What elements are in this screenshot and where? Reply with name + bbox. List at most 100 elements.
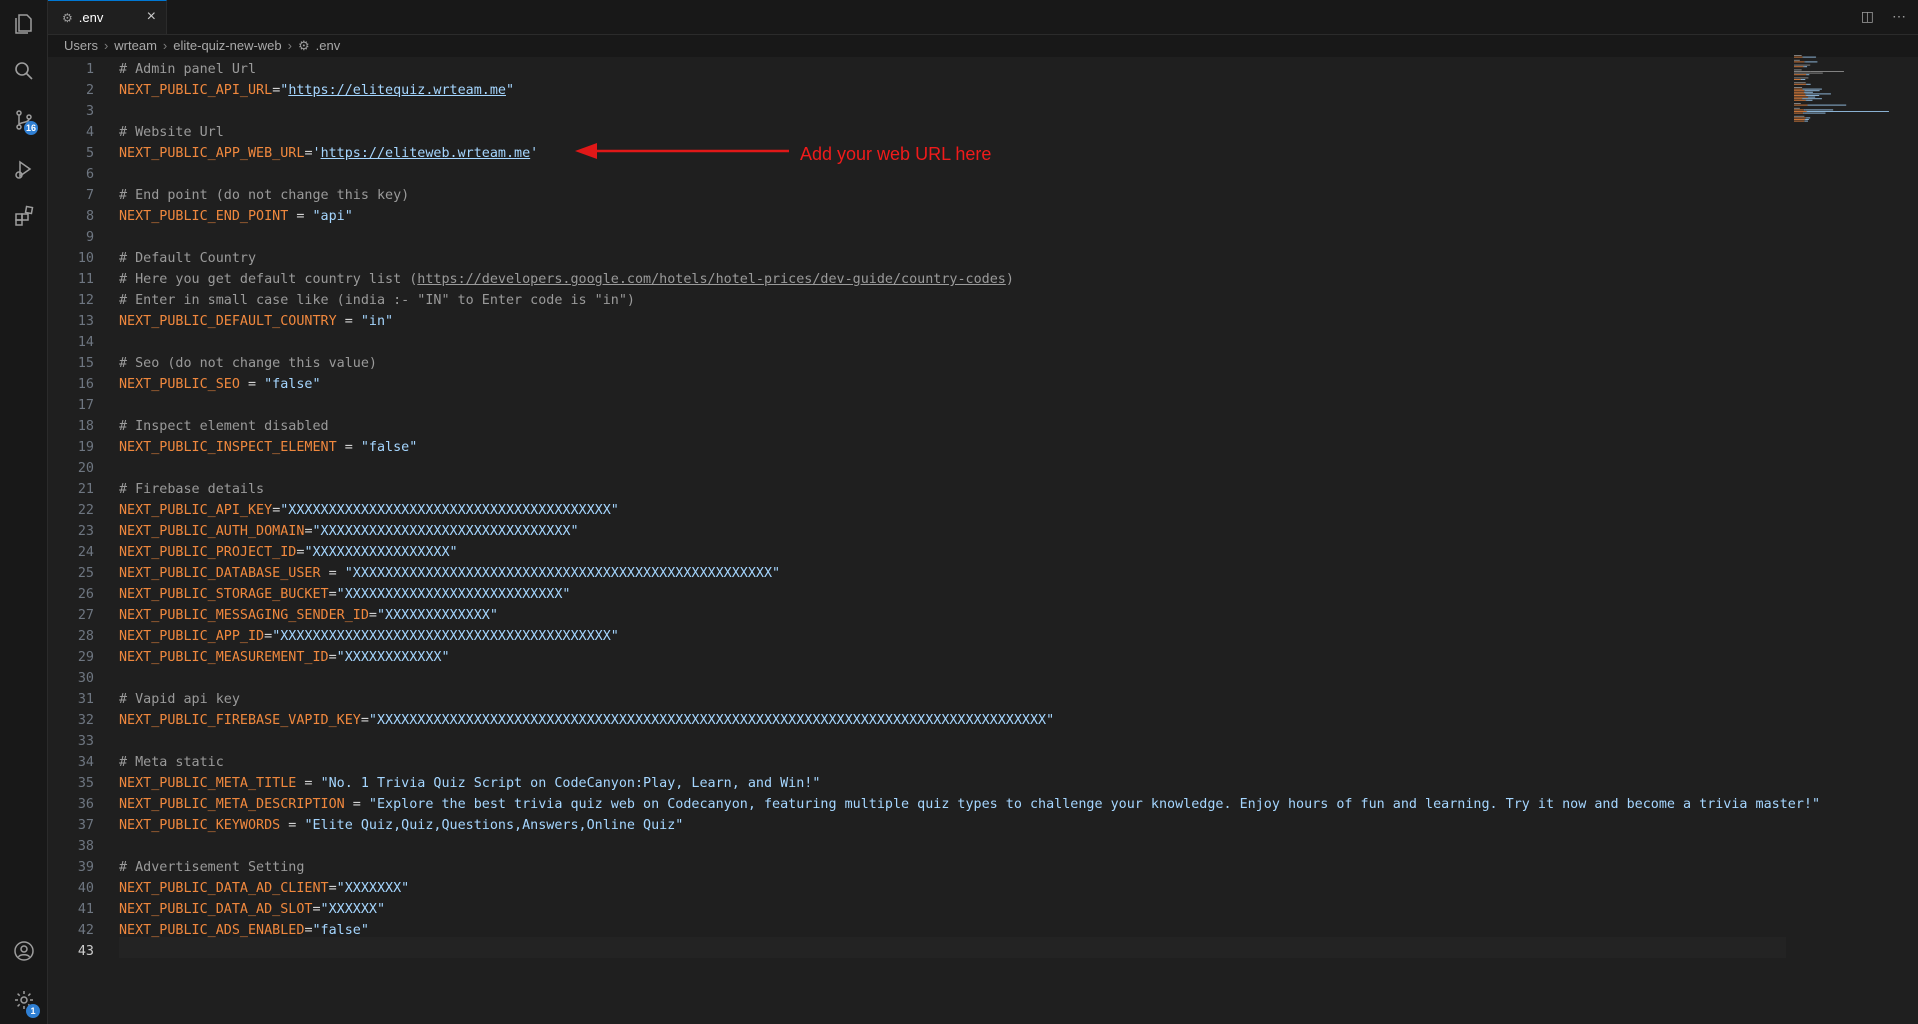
code-token: ': [312, 146, 321, 161]
line-number: 27: [77, 608, 94, 623]
line-content: # Admin panel Url: [119, 59, 256, 80]
code-token: # Meta static: [119, 755, 224, 770]
minimap[interactable]: [1794, 55, 1904, 145]
minimap-token: [1807, 83, 1811, 85]
minimap-token: [1806, 74, 1808, 76]
code-token: "XXXXXX": [320, 902, 386, 917]
run-debug-icon[interactable]: [0, 145, 47, 192]
minimap-token: [1810, 71, 1844, 72]
code-token: NEXT_PUBLIC_INSPECT_ELEMENT: [119, 440, 337, 455]
line-content: NEXT_PUBLIC_API_KEY="XXXXXXXXXXXXXXXXXXX…: [119, 500, 619, 521]
line-number: 43: [77, 944, 94, 959]
close-icon[interactable]: ×: [147, 8, 156, 26]
breadcrumb-item[interactable]: elite-quiz-new-web: [173, 35, 281, 57]
search-icon[interactable]: [0, 47, 47, 94]
line-number: 25: [77, 566, 94, 581]
gear-icon: ⚙: [298, 38, 310, 53]
line-number: 24: [77, 545, 94, 560]
line-number: 21: [77, 482, 94, 497]
line-number: 12: [77, 293, 94, 308]
code-token: "false": [360, 440, 418, 455]
minimap-token: [1803, 66, 1805, 68]
tab-env-file[interactable]: ⚙ .env ×: [48, 0, 167, 34]
code-token[interactable]: https://developers.google.com/hotels/hot…: [417, 272, 1006, 287]
code-token: "XXXXXXXXXXXXXXXXXXXXXXXXXXXXXXXXXXXXXXX…: [368, 713, 1055, 728]
line-number: 26: [77, 587, 94, 602]
minimap-token: [1794, 120, 1805, 122]
line-number: 36: [77, 797, 94, 812]
line-number: 23: [77, 524, 94, 539]
source-control-icon[interactable]: 16: [0, 96, 47, 143]
split-editor-icon[interactable]: ◫: [1861, 8, 1874, 25]
line-content: NEXT_PUBLIC_META_DESCRIPTION = "Explore …: [119, 794, 1820, 815]
line-number: 11: [77, 272, 94, 287]
minimap-token: [1805, 61, 1817, 63]
minimap-token: [1802, 98, 1822, 100]
code-token: =: [328, 650, 337, 665]
line-number: 39: [77, 860, 94, 875]
minimap-token: [1808, 96, 1816, 98]
settings-gear-icon[interactable]: 1: [0, 976, 47, 1023]
line-number: 4: [85, 125, 94, 140]
explorer-icon[interactable]: [0, 0, 47, 47]
breadcrumb-item[interactable]: .env: [316, 35, 341, 57]
minimap-token: [1794, 112, 1803, 114]
line-content: NEXT_PUBLIC_DATA_AD_SLOT="XXXXXX": [119, 899, 385, 920]
more-actions-icon[interactable]: ⋯: [1892, 8, 1906, 25]
code-token: # Firebase details: [119, 482, 265, 497]
code-token: # Website Url: [119, 125, 224, 140]
code-token: # Here you get default country list (: [119, 272, 418, 287]
line-number: 31: [77, 692, 94, 707]
minimap-token: [1794, 71, 1811, 72]
code-token: NEXT_PUBLIC_META_TITLE: [119, 776, 297, 791]
minimap-token: [1794, 98, 1803, 100]
line-number: 40: [77, 881, 94, 896]
code-token[interactable]: https://elitequiz.wrteam.me: [288, 83, 506, 98]
chevron-right-icon: ›: [287, 38, 292, 53]
code-token: =: [296, 776, 321, 791]
line-content: NEXT_PUBLIC_KEYWORDS = "Elite Quiz,Quiz,…: [119, 815, 683, 836]
code-token: "XXXXXXXXXXXXX": [376, 608, 498, 623]
code-token: NEXT_PUBLIC_META_DESCRIPTION: [119, 797, 345, 812]
minimap-token: [1803, 56, 1816, 58]
line-number: 41: [77, 902, 94, 917]
minimap-token: [1794, 109, 1804, 111]
line-content: NEXT_PUBLIC_APP_ID="XXXXXXXXXXXXXXXXXXXX…: [119, 626, 619, 647]
minimap-token: [1804, 90, 1820, 92]
line-content: # Default Country: [119, 248, 256, 269]
minimap-token: [1800, 79, 1803, 80]
line-content: NEXT_PUBLIC_MEASUREMENT_ID="XXXXXXXXXXXX…: [119, 647, 450, 668]
minimap-token: [1806, 111, 1808, 112]
code-token: NEXT_PUBLIC_APP_ID: [119, 629, 265, 644]
line-number: 17: [77, 398, 94, 413]
code-token: =: [280, 818, 305, 833]
code-token: ': [530, 146, 539, 161]
line-number: 7: [85, 188, 94, 203]
extensions-icon[interactable]: [0, 192, 47, 239]
code-token: # Advertisement Setting: [119, 860, 305, 875]
breadcrumb-item[interactable]: wrteam: [114, 35, 157, 57]
breadcrumb-item[interactable]: Users: [64, 35, 98, 57]
minimap-token: [1794, 96, 1808, 98]
breadcrumb: Users › wrteam › elite-quiz-new-web › ⚙ …: [64, 35, 340, 57]
minimap-token: [1794, 95, 1806, 96]
code-token[interactable]: https://eliteweb.wrteam.me: [321, 146, 531, 161]
minimap-token: [1794, 87, 1803, 88]
code-token: NEXT_PUBLIC_FIREBASE_VAPID_KEY: [119, 713, 361, 728]
code-token: # Default Country: [119, 251, 257, 266]
code-editor[interactable]: 1 # Admin panel Url 2 NEXT_PUBLIC_API_URL="…: [48, 57, 1918, 1024]
line-number: 3: [85, 104, 94, 119]
activity-bar: 16 1: [0, 0, 48, 1024]
line-content: NEXT_PUBLIC_META_TITLE = "No. 1 Trivia Q…: [119, 773, 820, 794]
account-icon[interactable]: [0, 927, 47, 974]
minimap-token: [1794, 107, 1800, 109]
minimap-token: [1805, 109, 1834, 111]
code-token: NEXT_PUBLIC_API_URL: [119, 83, 273, 98]
line-number: 34: [77, 755, 94, 770]
line-content: NEXT_PUBLIC_API_URL="https://elitequiz.w…: [119, 80, 514, 101]
minimap-token: [1794, 119, 1805, 120]
line-content: NEXT_PUBLIC_MESSAGING_SENDER_ID="XXXXXXX…: [119, 605, 498, 626]
code-token: NEXT_PUBLIC_MESSAGING_SENDER_ID: [119, 608, 369, 623]
line-content: NEXT_PUBLIC_INSPECT_ELEMENT = "false": [119, 437, 417, 458]
code-token: =: [336, 314, 361, 329]
